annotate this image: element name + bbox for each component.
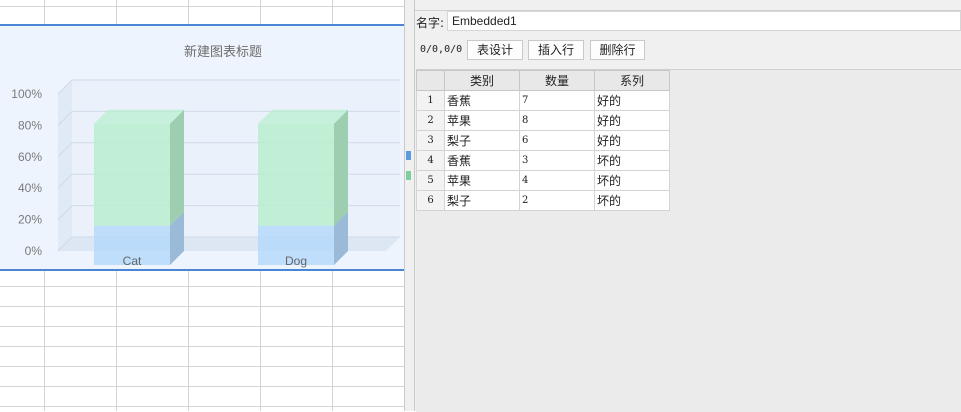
row-number[interactable]: 6 xyxy=(416,190,445,211)
category-cell[interactable]: 香蕉 xyxy=(444,150,520,171)
table-row: 3 梨子 6 好的 xyxy=(416,130,670,151)
table-row: 4 香蕉 3 坏的 xyxy=(416,150,670,171)
grid-row-line xyxy=(0,406,410,407)
grid-row-line xyxy=(0,346,410,347)
category-cell[interactable]: 苹果 xyxy=(444,110,520,131)
name-label: 名字: xyxy=(416,16,445,30)
grid-row-line xyxy=(0,386,410,387)
cell-position-readout: 0/0,0/0 xyxy=(420,44,463,55)
grid-row-line xyxy=(0,6,410,7)
x-tick-label: Dog xyxy=(285,254,307,268)
chart-canvas: 0% 20% 40% 60% 80% 100% 新建图表标题 Cat Dog xyxy=(11,44,400,268)
y-tick-label: 60% xyxy=(18,150,42,164)
spreadsheet-grid[interactable]: 0% 20% 40% 60% 80% 100% 新建图表标题 Cat Dog xyxy=(0,0,410,411)
y-tick-label: 20% xyxy=(18,213,42,227)
row-number[interactable]: 5 xyxy=(416,170,445,191)
series-cell[interactable]: 坏的 xyxy=(594,170,670,191)
data-table: 类别 数量 系列 1 香蕉 7 好的 2 苹果 8 好的 3 梨子 6 好的 4… xyxy=(416,70,670,211)
row-number[interactable]: 3 xyxy=(416,130,445,151)
embedded-chart[interactable]: 0% 20% 40% 60% 80% 100% 新建图表标题 Cat Dog xyxy=(0,24,410,271)
splitter-grip-green xyxy=(406,171,411,180)
splitter-grip-blue xyxy=(406,151,411,160)
row-number[interactable]: 4 xyxy=(416,150,445,171)
bar-top xyxy=(94,109,184,124)
quantity-cell[interactable]: 6 xyxy=(519,130,595,151)
quantity-cell[interactable]: 3 xyxy=(519,150,595,171)
category-cell[interactable]: 香蕉 xyxy=(444,90,520,111)
bar-front xyxy=(258,123,334,226)
y-tick-label: 80% xyxy=(18,118,42,132)
grid-row-line xyxy=(0,286,410,287)
row-number[interactable]: 2 xyxy=(416,110,445,131)
column-header-category[interactable]: 类别 xyxy=(444,70,520,91)
y-tick-label: 0% xyxy=(25,244,43,258)
column-header-series[interactable]: 系列 xyxy=(594,70,670,91)
chart-side-wall xyxy=(58,80,72,251)
series-cell[interactable]: 坏的 xyxy=(594,190,670,211)
table-row: 6 梨子 2 坏的 xyxy=(416,190,670,211)
delete-row-button[interactable]: 删除行 xyxy=(590,40,645,60)
bar-front xyxy=(94,123,170,226)
table-header-row: 类别 数量 系列 xyxy=(416,70,670,91)
grid-row-line xyxy=(0,326,410,327)
table-row: 1 香蕉 7 好的 xyxy=(416,90,670,111)
table-row: 5 苹果 4 坏的 xyxy=(416,170,670,191)
bar-side xyxy=(334,109,348,226)
table-row: 2 苹果 8 好的 xyxy=(416,110,670,131)
quantity-cell[interactable]: 7 xyxy=(519,90,595,111)
column-header-quantity[interactable]: 数量 xyxy=(519,70,595,91)
quantity-cell[interactable]: 8 xyxy=(519,110,595,131)
data-table-area[interactable]: 类别 数量 系列 1 香蕉 7 好的 2 苹果 8 好的 3 梨子 6 好的 4… xyxy=(416,69,961,412)
category-cell[interactable]: 梨子 xyxy=(444,190,520,211)
category-cell[interactable]: 梨子 xyxy=(444,130,520,151)
series-cell[interactable]: 好的 xyxy=(594,110,670,131)
y-tick-label: 40% xyxy=(18,181,42,195)
chart-data-panel: 名字: 0/0,0/0 表设计 插入行 删除行 类别 数量 系列 1 香蕉 xyxy=(415,0,961,412)
grid-row-line xyxy=(0,306,410,307)
y-tick-label: 100% xyxy=(11,87,42,101)
name-input[interactable] xyxy=(447,11,961,31)
panel-splitter[interactable] xyxy=(404,0,415,411)
series-cell[interactable]: 好的 xyxy=(594,90,670,111)
series-cell[interactable]: 坏的 xyxy=(594,150,670,171)
category-cell[interactable]: 苹果 xyxy=(444,170,520,191)
bar-top xyxy=(258,109,348,124)
row-number[interactable]: 1 xyxy=(416,90,445,111)
table-design-button[interactable]: 表设计 xyxy=(467,40,523,60)
bar-side xyxy=(170,109,184,226)
series-cell[interactable]: 好的 xyxy=(594,130,670,151)
corner-header[interactable] xyxy=(416,70,445,91)
x-tick-label: Cat xyxy=(123,254,142,268)
quantity-cell[interactable]: 4 xyxy=(519,170,595,191)
chart-title: 新建图表标题 xyxy=(184,44,262,60)
quantity-cell[interactable]: 2 xyxy=(519,190,595,211)
grid-row-line xyxy=(0,366,410,367)
insert-row-button[interactable]: 插入行 xyxy=(528,40,584,60)
